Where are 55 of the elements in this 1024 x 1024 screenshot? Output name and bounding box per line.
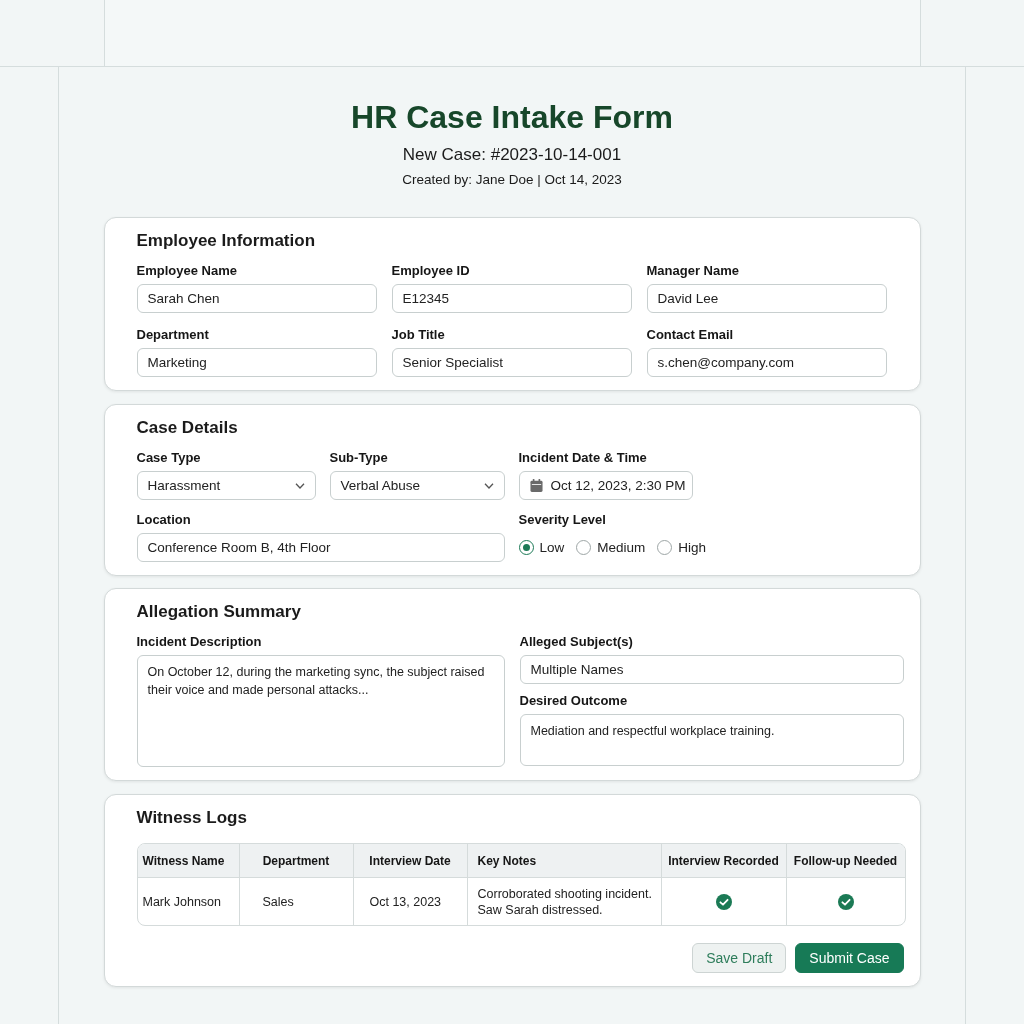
text-field[interactable]: Sarah Chen (136, 284, 377, 313)
text-field[interactable]: E12345 (391, 284, 632, 313)
field-label: Contact Email (646, 327, 734, 343)
dropdown[interactable]: Verbal Abuse (329, 471, 505, 500)
section-title: Witness Logs (136, 807, 247, 829)
chevron-down-icon (483, 482, 494, 489)
column-header: Witness Name (142, 853, 225, 868)
created-by-text: Created by: Jane Doe | Oct 14, 2023 (402, 171, 622, 189)
table-cell-text: Corroborated shooting incident. Saw Sarah distressed. (477, 885, 653, 918)
field-label: Manager Name (646, 263, 739, 279)
form-title: HR Case Intake Form (351, 98, 673, 137)
field-label: Location (136, 512, 191, 528)
table-cell: Mark Johnson (142, 893, 221, 910)
field-label: Alleged Subject(s) (519, 634, 633, 650)
field-label: Department (136, 327, 209, 343)
section-title: Case Details (136, 417, 238, 439)
text-field[interactable]: Marketing (136, 348, 377, 377)
column-header: Key Notes (477, 853, 537, 868)
radio-label: Medium (597, 540, 646, 555)
column-header: Interview Recorded (668, 853, 779, 868)
field-label: Employee ID (391, 263, 470, 279)
field-label: Severity Level (518, 512, 606, 528)
text-area[interactable]: On October 12, during the marketing sync, the subject raised their voice and made personal attacks... (136, 655, 505, 767)
field-label: Case Type (136, 450, 201, 466)
radio-button[interactable] (518, 540, 534, 555)
section-title: Employee Information (136, 230, 316, 252)
radio-button[interactable] (657, 540, 673, 555)
case-number: New Case: #2023-10-14-001 (402, 144, 622, 166)
field-label: Employee Name (136, 263, 237, 279)
table-cell: Sales (262, 893, 294, 910)
text-field[interactable]: Multiple Names (519, 655, 904, 684)
radio-button[interactable] (576, 540, 592, 555)
column-header: Interview Date (369, 853, 451, 868)
text-field[interactable]: David Lee (646, 284, 887, 313)
field-label: Incident Date & Time (518, 450, 647, 466)
date-time-field[interactable]: Oct 12, 2023, 2:30 PM (518, 471, 693, 500)
column-header: Department (262, 853, 330, 868)
text-field[interactable]: s.chen@company.com (646, 348, 887, 377)
text-field[interactable]: Conference Room B, 4th Floor (136, 533, 505, 562)
calendar-icon (529, 479, 543, 492)
field-label: Sub-Type (329, 450, 388, 466)
section-title: Allegation Summary (136, 601, 301, 623)
radio-label: High (678, 540, 707, 555)
submit-button[interactable]: Submit Case (795, 943, 904, 973)
text-field[interactable]: Senior Specialist (391, 348, 632, 377)
field-label: Incident Description (136, 634, 262, 650)
chevron-down-icon (294, 482, 305, 489)
field-label: Job Title (391, 327, 445, 343)
text-area[interactable]: Mediation and respectful workplace training. (519, 714, 904, 766)
save-draft-button[interactable]: Save Draft (692, 943, 787, 973)
field-label: Desired Outcome (519, 693, 628, 709)
table-cell: Oct 13, 2023 (369, 893, 442, 910)
radio-label: Low (539, 540, 565, 555)
dropdown[interactable]: Harassment (136, 471, 316, 500)
column-header: Follow-up Needed (793, 853, 898, 868)
